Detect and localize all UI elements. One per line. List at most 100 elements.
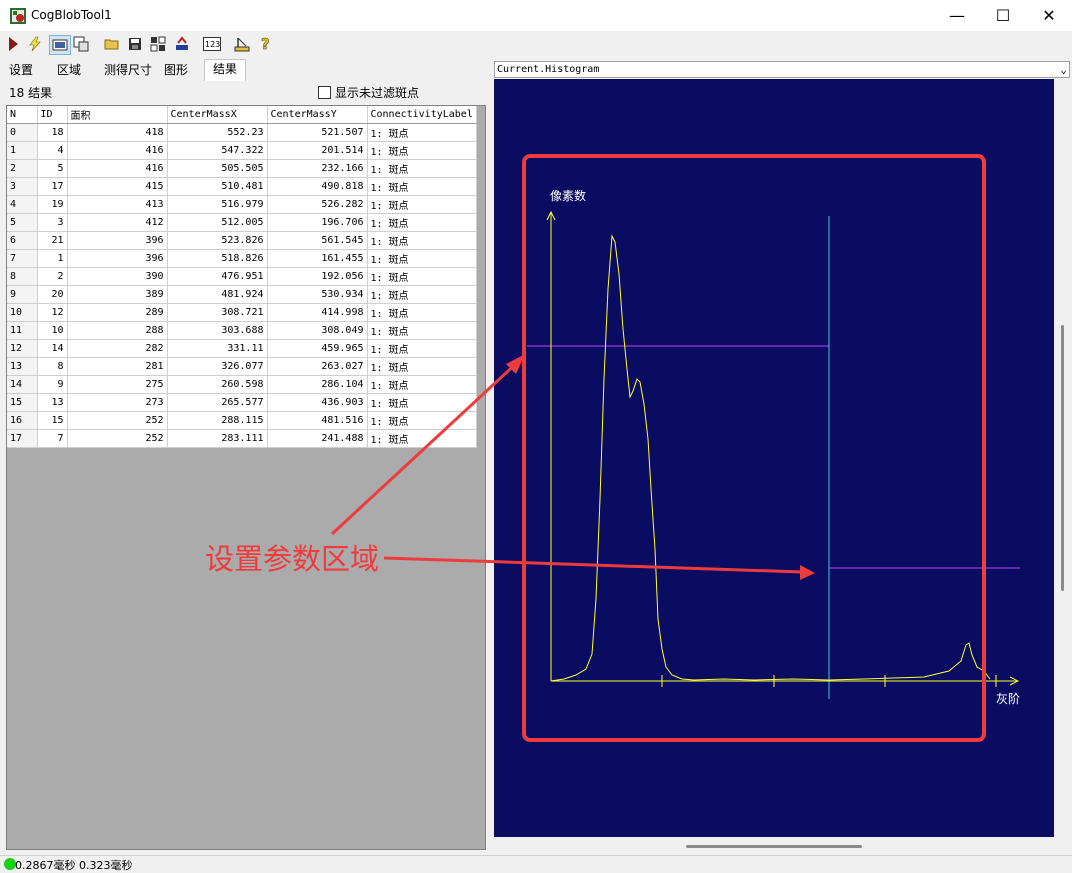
column-header[interactable]: N [7,106,38,124]
table-cell[interactable]: 412 [67,213,168,232]
table-cell[interactable]: 10 [37,321,68,340]
table-cell[interactable]: 241.488 [267,429,368,448]
table-cell[interactable]: 286.104 [267,375,368,394]
maximize-button[interactable]: ☐ [980,0,1026,31]
save-icon[interactable] [126,35,144,53]
table-cell[interactable]: 14 [37,339,68,358]
table-cell[interactable]: 1: 斑点 [367,123,477,142]
table-cell[interactable]: 303.688 [167,321,268,340]
table-cell[interactable]: 518.826 [167,249,268,268]
table-cell[interactable]: 8 [7,267,38,286]
table-cell[interactable]: 17 [7,429,38,448]
run-icon[interactable] [4,35,22,53]
table-cell[interactable]: 192.056 [267,267,368,286]
table-cell[interactable]: 413 [67,195,168,214]
table-cell[interactable]: 547.322 [167,141,268,160]
table-cell[interactable]: 4 [37,141,68,160]
table-cell[interactable]: 7 [37,429,68,448]
scroll-thumb[interactable] [1061,325,1064,591]
table-cell[interactable]: 252 [67,429,168,448]
scroll-thumb[interactable] [686,845,862,848]
horizontal-scrollbar[interactable] [494,838,1054,855]
table-cell[interactable]: 232.166 [267,159,368,178]
table-row[interactable]: 0 18 418 552.23 521.507 1: 斑点 [7,123,477,142]
table-cell[interactable]: 252 [67,411,168,430]
table-cell[interactable]: 11 [7,321,38,340]
table-cell[interactable]: 282 [67,339,168,358]
table-row[interactable]: 2 5 416 505.505 232.166 1: 斑点 [7,159,477,178]
table-cell[interactable]: 5 [7,213,38,232]
table-cell[interactable]: 6 [7,231,38,250]
table-cell[interactable]: 9 [37,375,68,394]
image-display-icon[interactable] [49,35,71,55]
table-cell[interactable]: 521.507 [267,123,368,142]
table-row[interactable]: 16 15 252 288.115 481.516 1: 斑点 [7,411,477,430]
column-header[interactable]: ID [37,106,68,124]
table-row[interactable]: 13 8 281 326.077 263.027 1: 斑点 [7,357,477,376]
table-cell[interactable]: 416 [67,159,168,178]
table-cell[interactable]: 21 [37,231,68,250]
table-cell[interactable]: 326.077 [167,357,268,376]
table-cell[interactable]: 526.282 [267,195,368,214]
minimize-button[interactable]: — [934,0,980,31]
table-cell[interactable]: 510.481 [167,177,268,196]
table-cell[interactable]: 459.965 [267,339,368,358]
table-cell[interactable]: 5 [37,159,68,178]
column-header[interactable]: CenterMassX [167,106,268,124]
table-cell[interactable]: 436.903 [267,393,368,412]
settings-grid-icon[interactable] [149,35,167,53]
tab-graphics[interactable]: 图形 [164,61,188,80]
table-cell[interactable]: 1: 斑点 [367,141,477,160]
table-cell[interactable]: 1: 斑点 [367,429,477,448]
table-cell[interactable]: 15 [37,411,68,430]
table-row[interactable]: 3 17 415 510.481 490.818 1: 斑点 [7,177,477,196]
table-cell[interactable]: 0 [7,123,38,142]
table-cell[interactable]: 9 [7,285,38,304]
table-cell[interactable]: 1: 斑点 [367,231,477,250]
table-cell[interactable]: 14 [7,375,38,394]
table-cell[interactable]: 1: 斑点 [367,285,477,304]
histogram-select[interactable]: Current.Histogram ⌄ [494,61,1070,78]
table-cell[interactable]: 481.516 [267,411,368,430]
table-cell[interactable]: 1 [7,141,38,160]
numeric-icon[interactable]: 123 [202,35,222,53]
table-row[interactable]: 10 12 289 308.721 414.998 1: 斑点 [7,303,477,322]
lightning-icon[interactable] [26,35,44,53]
table-cell[interactable]: 1: 斑点 [367,393,477,412]
table-row[interactable]: 9 20 389 481.924 530.934 1: 斑点 [7,285,477,304]
table-cell[interactable]: 414.998 [267,303,368,322]
open-folder-icon[interactable] [103,35,121,53]
table-row[interactable]: 6 21 396 523.826 561.545 1: 斑点 [7,231,477,250]
table-cell[interactable]: 476.951 [167,267,268,286]
table-cell[interactable]: 13 [37,393,68,412]
table-cell[interactable]: 523.826 [167,231,268,250]
table-cell[interactable]: 281 [67,357,168,376]
table-cell[interactable]: 288 [67,321,168,340]
tab-measurements[interactable]: 测得尺寸 [104,61,152,80]
table-cell[interactable]: 2 [37,267,68,286]
table-cell[interactable]: 161.455 [267,249,368,268]
table-cell[interactable]: 13 [7,357,38,376]
table-row[interactable]: 14 9 275 260.598 286.104 1: 斑点 [7,375,477,394]
table-cell[interactable]: 12 [7,339,38,358]
table-row[interactable]: 4 19 413 516.979 526.282 1: 斑点 [7,195,477,214]
table-row[interactable]: 11 10 288 303.688 308.049 1: 斑点 [7,321,477,340]
chevron-down-icon[interactable]: ⌄ [1060,62,1067,77]
table-cell[interactable]: 415 [67,177,168,196]
table-cell[interactable]: 331.11 [167,339,268,358]
table-cell[interactable]: 512.005 [167,213,268,232]
help-icon[interactable]: ? [257,35,275,53]
measure-icon[interactable] [233,35,251,53]
table-cell[interactable]: 308.049 [267,321,368,340]
image-source-icon[interactable] [72,35,90,53]
table-cell[interactable]: 308.721 [167,303,268,322]
table-cell[interactable]: 8 [37,357,68,376]
table-cell[interactable]: 20 [37,285,68,304]
table-cell[interactable]: 396 [67,231,168,250]
table-cell[interactable]: 288.115 [167,411,268,430]
column-header[interactable]: CenterMassY [267,106,368,124]
close-button[interactable]: ✕ [1026,0,1072,31]
table-cell[interactable]: 505.505 [167,159,268,178]
vertical-scrollbar[interactable] [1054,79,1072,855]
table-row[interactable]: 15 13 273 265.577 436.903 1: 斑点 [7,393,477,412]
